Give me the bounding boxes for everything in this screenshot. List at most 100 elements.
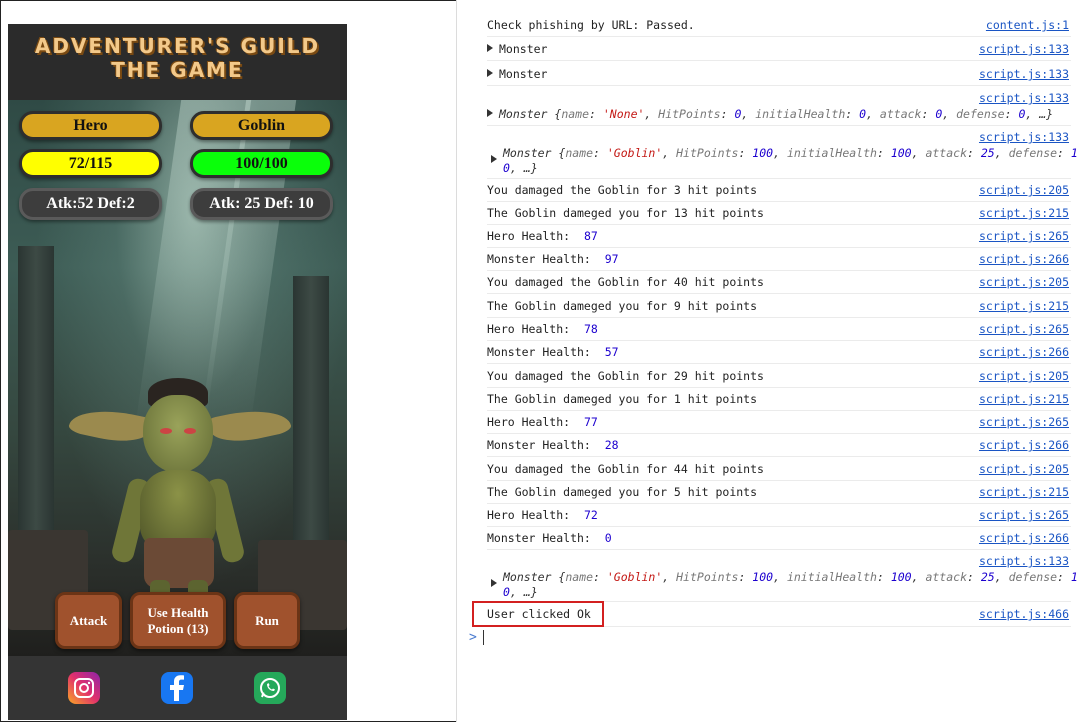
source-link[interactable]: script.js:265: [979, 229, 1069, 243]
expand-triangle-icon[interactable]: [491, 155, 497, 163]
console-message: You damaged the Goblin for 44 hit points: [487, 462, 764, 476]
source-link[interactable]: script.js:205: [979, 183, 1069, 197]
footer: [8, 656, 347, 720]
console-row[interactable]: script.js:133 Monster {name: 'Goblin', H…: [487, 126, 1078, 179]
log-label: Hero Health:: [487, 229, 571, 243]
source-link[interactable]: script.js:133: [979, 67, 1069, 81]
object-preview-cont: 0, …}: [503, 161, 538, 175]
source-link[interactable]: script.js:133: [979, 554, 1069, 568]
hero-health: 72/115: [19, 149, 162, 178]
console-row: The Goblin dameged you for 9 hit points s…: [487, 294, 1071, 318]
console-row: You damaged the Goblin for 3 hit points s…: [487, 179, 1071, 202]
facebook-icon[interactable]: [161, 672, 193, 704]
log-label: Monster Health:: [487, 531, 591, 545]
console-row: Monster Health: 28 script.js:266: [487, 434, 1071, 457]
console-row: Monster Health: 97 script.js:266: [487, 248, 1071, 271]
console-message: The Goblin dameged you for 9 hit points: [487, 299, 758, 313]
source-link[interactable]: script.js:215: [979, 392, 1069, 406]
dungeon-background: [8, 100, 347, 656]
source-link[interactable]: script.js:265: [979, 508, 1069, 522]
console-row: Hero Health: 78 script.js:265: [487, 318, 1071, 341]
log-label: Monster Health:: [487, 438, 591, 452]
log-label: Monster Health:: [487, 252, 591, 266]
expand-triangle-icon[interactable]: [487, 69, 493, 77]
console-row[interactable]: Monster script.js:133: [487, 61, 1071, 86]
use-health-potion-button[interactable]: Use Health Potion (13): [130, 592, 226, 649]
monster-name: Goblin: [190, 111, 333, 140]
source-link[interactable]: script.js:133: [979, 130, 1069, 144]
source-link[interactable]: script.js:205: [979, 462, 1069, 476]
object-preview: Monster {name: 'Goblin', HitPoints: 100,…: [503, 570, 1078, 584]
log-value: 57: [604, 345, 619, 359]
expand-triangle-icon[interactable]: [487, 44, 493, 52]
log-label: Hero Health:: [487, 415, 571, 429]
game-panel: ADVENTURER'S GUILD THE GAME Hero Goblin …: [8, 24, 347, 720]
console-row: You damaged the Goblin for 29 hit points…: [487, 364, 1071, 388]
title-line-2: THE GAME: [111, 58, 244, 82]
source-link[interactable]: script.js:133: [979, 42, 1069, 56]
console-message: The Goblin dameged you for 13 hit points: [487, 206, 764, 220]
console-row: Monster Health: 0 script.js:266: [487, 527, 1071, 550]
stone-pillar: [293, 276, 329, 576]
console-row: Hero Health: 77 script.js:265: [487, 411, 1071, 434]
console-message: You damaged the Goblin for 29 hit points: [487, 369, 764, 383]
object-preview: Monster {name: 'None', HitPoints: 0, ini…: [499, 107, 1054, 121]
source-link[interactable]: script.js:205: [979, 369, 1069, 383]
stone-pillar: [18, 246, 54, 576]
log-label: Monster Health:: [487, 345, 591, 359]
source-link[interactable]: script.js:215: [979, 299, 1069, 313]
source-link[interactable]: script.js:266: [979, 345, 1069, 359]
object-preview-cont: 0, …}: [503, 585, 538, 599]
source-link[interactable]: script.js:133: [979, 91, 1069, 105]
run-button[interactable]: Run: [234, 592, 300, 649]
console-message: Monster: [499, 67, 548, 81]
console-row: Check phishing by URL: Passed. content.j…: [487, 14, 1071, 37]
expand-triangle-icon[interactable]: [487, 109, 493, 117]
source-link[interactable]: script.js:266: [979, 252, 1069, 266]
game-title: ADVENTURER'S GUILD THE GAME: [8, 34, 347, 82]
hero-stats: Atk:52 Def:2: [19, 188, 162, 220]
title-line-1: ADVENTURER'S GUILD: [34, 34, 321, 58]
source-link[interactable]: script.js:205: [979, 275, 1069, 289]
console-message: Monster: [499, 42, 548, 56]
console-row[interactable]: Monster script.js:133: [487, 37, 1071, 61]
console-row: You damaged the Goblin for 44 hit points…: [487, 457, 1071, 481]
log-value: 97: [604, 252, 619, 266]
log-value: 72: [583, 508, 598, 522]
console-row: The Goblin dameged you for 13 hit points…: [487, 202, 1071, 225]
console-row: The Goblin dameged you for 5 hit points s…: [487, 481, 1071, 504]
log-value: 28: [604, 438, 619, 452]
console-row: Monster Health: 57 script.js:266: [487, 341, 1071, 364]
source-link[interactable]: script.js:265: [979, 322, 1069, 336]
console-prompt-icon: >: [469, 630, 477, 645]
log-value: 87: [583, 229, 598, 243]
monster-stats: Atk: 25 Def: 10: [190, 188, 333, 220]
object-preview: Monster {name: 'Goblin', HitPoints: 100,…: [503, 146, 1078, 160]
log-label: Hero Health:: [487, 322, 571, 336]
instagram-icon[interactable]: [68, 672, 100, 704]
source-link[interactable]: script.js:265: [979, 415, 1069, 429]
source-link[interactable]: script.js:215: [979, 206, 1069, 220]
source-link[interactable]: script.js:266: [979, 531, 1069, 545]
console-toolbar-edge: [457, 0, 1081, 8]
console-message: The Goblin dameged you for 1 hit points: [487, 392, 758, 406]
game-header: ADVENTURER'S GUILD THE GAME: [8, 24, 347, 100]
console-message: Check phishing by URL: Passed.: [487, 18, 695, 32]
console-input[interactable]: [483, 630, 484, 645]
hero-name: Hero: [19, 111, 162, 140]
log-label: Hero Health:: [487, 508, 571, 522]
source-link[interactable]: script.js:266: [979, 438, 1069, 452]
source-link[interactable]: script.js:215: [979, 485, 1069, 499]
attack-button[interactable]: Attack: [55, 592, 122, 649]
expand-triangle-icon[interactable]: [491, 579, 497, 587]
log-value: 77: [583, 415, 598, 429]
source-link[interactable]: script.js:466: [979, 607, 1069, 621]
console-row[interactable]: script.js:133 Monster {name: 'None', Hit…: [487, 86, 1071, 126]
console-message: You damaged the Goblin for 3 hit points: [487, 183, 758, 197]
log-value: 78: [583, 322, 598, 336]
console-row[interactable]: script.js:133 Monster {name: 'Goblin', H…: [487, 550, 1078, 602]
goblin-image: [67, 340, 293, 630]
console-row: Hero Health: 72 script.js:265: [487, 504, 1071, 527]
whatsapp-icon[interactable]: [254, 672, 286, 704]
source-link[interactable]: content.js:1: [986, 18, 1069, 32]
